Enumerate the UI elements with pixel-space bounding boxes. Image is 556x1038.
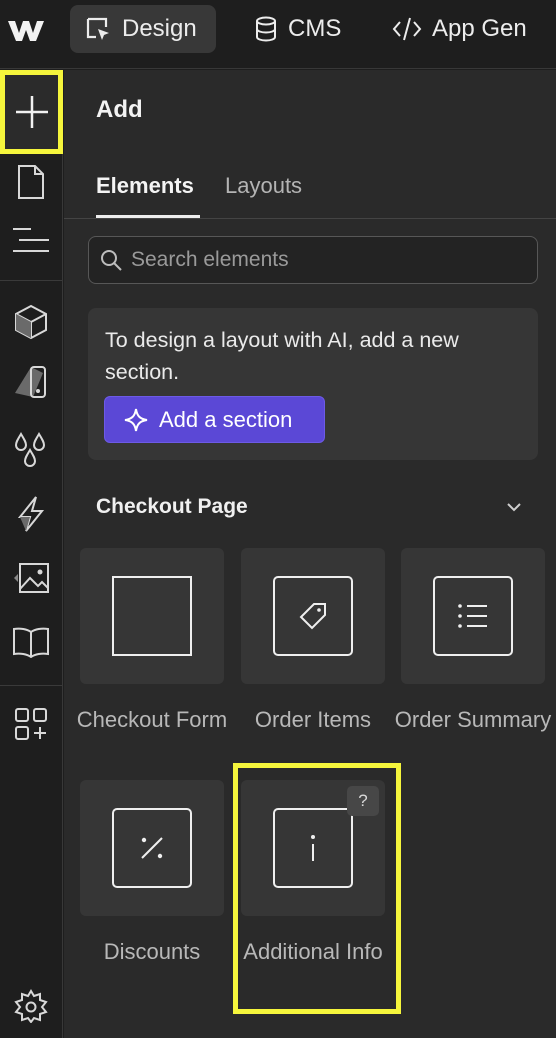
- square-icon: [112, 576, 192, 656]
- rail-styles-button[interactable]: [0, 354, 62, 410]
- tabs-divider: [64, 218, 556, 219]
- database-icon: [256, 16, 276, 42]
- active-tab-indicator: [96, 215, 200, 218]
- search-box[interactable]: [88, 236, 538, 284]
- rail-pages-button[interactable]: [0, 154, 62, 210]
- top-bar: Design CMS App Gen: [0, 0, 556, 69]
- tab-elements[interactable]: Elements: [96, 173, 194, 199]
- tag-icon: [273, 576, 353, 656]
- tab-cms-label: CMS: [288, 15, 342, 42]
- element-label-discounts: Discounts: [103, 939, 201, 964]
- ai-card-text: To design a layout with AI, add a new se…: [105, 328, 459, 384]
- section-title[interactable]: Checkout Page: [96, 495, 248, 519]
- code-icon: [392, 17, 422, 41]
- rail-settings-button[interactable]: [0, 978, 62, 1034]
- ai-layout-card: To design a layout with AI, add a new se…: [88, 308, 538, 460]
- assets-image-icon: [14, 563, 49, 593]
- tab-app-gen[interactable]: App Gen: [378, 5, 548, 53]
- settings-gear-icon: [14, 989, 48, 1023]
- search-icon: [101, 250, 122, 271]
- element-label-order-items: Order Items: [254, 707, 372, 732]
- webflow-logo-icon[interactable]: [6, 15, 46, 45]
- interactions-bolt-icon: [17, 496, 45, 532]
- components-cube-icon: [15, 304, 47, 340]
- tab-cms[interactable]: CMS: [240, 5, 360, 53]
- apps-icon: [15, 708, 47, 740]
- variables-drops-icon: [14, 432, 46, 467]
- left-rail: [0, 70, 63, 1038]
- rail-components-button[interactable]: [0, 294, 62, 350]
- add-section-button[interactable]: Add a section: [104, 396, 325, 443]
- rail-add-button[interactable]: [0, 70, 63, 154]
- panel-title: Add: [96, 96, 143, 123]
- tab-design-label: Design: [122, 15, 197, 42]
- percent-icon: [112, 808, 192, 888]
- styles-brush-icon: [15, 366, 46, 398]
- chevron-down-icon[interactable]: [504, 500, 524, 514]
- sparkle-icon: [124, 408, 148, 431]
- rail-apps-button[interactable]: [0, 696, 62, 752]
- element-tile-order-summary[interactable]: [401, 548, 545, 684]
- element-label-checkout-form: Checkout Form: [76, 707, 228, 732]
- tab-design[interactable]: Design: [70, 5, 216, 53]
- highlight-frame: [233, 763, 401, 1014]
- cursor-square-icon: [86, 17, 109, 40]
- rail-book-button[interactable]: [0, 614, 62, 670]
- rail-assets-button[interactable]: [0, 550, 62, 606]
- rail-variables-button[interactable]: [0, 422, 62, 478]
- element-tile-discounts[interactable]: [80, 780, 224, 916]
- element-label-order-summary: Order Summary: [394, 707, 552, 732]
- tab-app-gen-label: App Gen: [432, 15, 527, 42]
- rail-navigator-button[interactable]: [0, 212, 62, 268]
- element-tile-order-items[interactable]: [241, 548, 385, 684]
- element-tile-checkout-form[interactable]: [80, 548, 224, 684]
- search-input[interactable]: [131, 248, 521, 272]
- add-section-label: Add a section: [159, 406, 293, 432]
- list-icon: [433, 576, 513, 656]
- navigator-icon: [13, 228, 49, 252]
- book-icon: [13, 627, 49, 658]
- rail-interactions-button[interactable]: [0, 486, 62, 542]
- tab-layouts[interactable]: Layouts: [225, 173, 302, 199]
- page-icon: [18, 165, 44, 199]
- plus-icon: [15, 96, 48, 128]
